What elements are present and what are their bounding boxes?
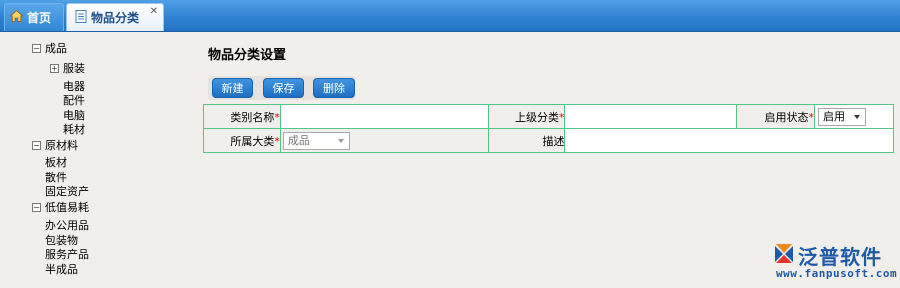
brand-mark-icon: [775, 244, 793, 263]
brand-url: www.fanpusoft.com: [776, 267, 898, 280]
parent-category-field[interactable]: [564, 104, 738, 129]
expand-icon[interactable]: +: [50, 64, 59, 73]
collapse-icon[interactable]: −: [32, 203, 41, 212]
tab-item-category-label: 物品分类: [91, 11, 140, 25]
tree-node-packaging[interactable]: 包装物: [45, 234, 78, 248]
chevron-down-icon: [337, 138, 344, 143]
description-label: 描述: [487, 128, 566, 153]
tree-node-consumable[interactable]: 耗材: [63, 123, 85, 137]
tree-node-board[interactable]: 板材: [45, 156, 67, 170]
status-select[interactable]: 启用: [818, 107, 867, 126]
chevron-down-icon: [854, 114, 861, 119]
page-icon: [75, 9, 87, 26]
tree-node-clothing[interactable]: + 服装: [50, 62, 85, 76]
main-category-select[interactable]: 成品: [282, 131, 350, 150]
tree-node-parts[interactable]: 散件: [45, 171, 67, 185]
category-name-label: 类别名称*: [203, 104, 281, 129]
save-button[interactable]: 保存: [263, 78, 304, 98]
delete-button[interactable]: 删除: [313, 78, 355, 98]
main-category-label: 所属大类*: [203, 128, 281, 153]
category-tree: − 成品 + 服装 电器 配件 电脑 耗材 − 原材料 板材 散件 固定资产 − 低值易…: [0, 32, 190, 288]
toolbar: 新建 保存 删除: [208, 76, 355, 100]
tree-node-appliance[interactable]: 电器: [63, 80, 85, 94]
tab-item-category[interactable]: 物品分类 ✕: [66, 3, 164, 31]
tree-node-raw-material[interactable]: − 原材料: [32, 139, 78, 153]
tree-node-accessory[interactable]: 配件: [63, 94, 85, 108]
tree-node-computer[interactable]: 电脑: [63, 109, 85, 123]
tree-node-office[interactable]: 办公用品: [45, 219, 89, 233]
form-row: 所属大类* 成品 描述: [203, 128, 894, 153]
tab-home-label: 首页: [27, 11, 52, 25]
tree-node-service[interactable]: 服务产品: [45, 248, 89, 262]
form-row: 类别名称* 上级分类* 启用状态* 启用: [203, 104, 894, 129]
close-icon[interactable]: ✕: [150, 6, 158, 17]
tree-node-finished[interactable]: − 成品: [32, 42, 67, 56]
tree-node-semi-finished[interactable]: 半成品: [45, 263, 78, 277]
tab-bar: 首页 物品分类 ✕: [0, 0, 900, 32]
tab-home[interactable]: 首页: [4, 3, 64, 31]
home-icon: [9, 9, 24, 25]
tree-node-fixed-assets[interactable]: 固定资产: [45, 185, 89, 199]
collapse-icon[interactable]: −: [32, 141, 41, 150]
tree-node-low-value[interactable]: − 低值易耗: [32, 201, 89, 215]
brand-logo: 泛普软件 www.fanpusoft.com: [768, 241, 898, 287]
page-title: 物品分类设置: [208, 48, 287, 63]
description-field[interactable]: [564, 128, 894, 153]
category-name-field[interactable]: [279, 104, 489, 129]
status-label: 启用状态*: [736, 104, 816, 129]
brand-name: 泛普软件: [798, 245, 882, 269]
parent-category-label: 上级分类*: [487, 104, 566, 129]
collapse-icon[interactable]: −: [32, 44, 41, 53]
category-form: 类别名称* 上级分类* 启用状态* 启用 所属大类* 成品 描述: [203, 104, 894, 153]
new-button[interactable]: 新建: [212, 78, 253, 98]
